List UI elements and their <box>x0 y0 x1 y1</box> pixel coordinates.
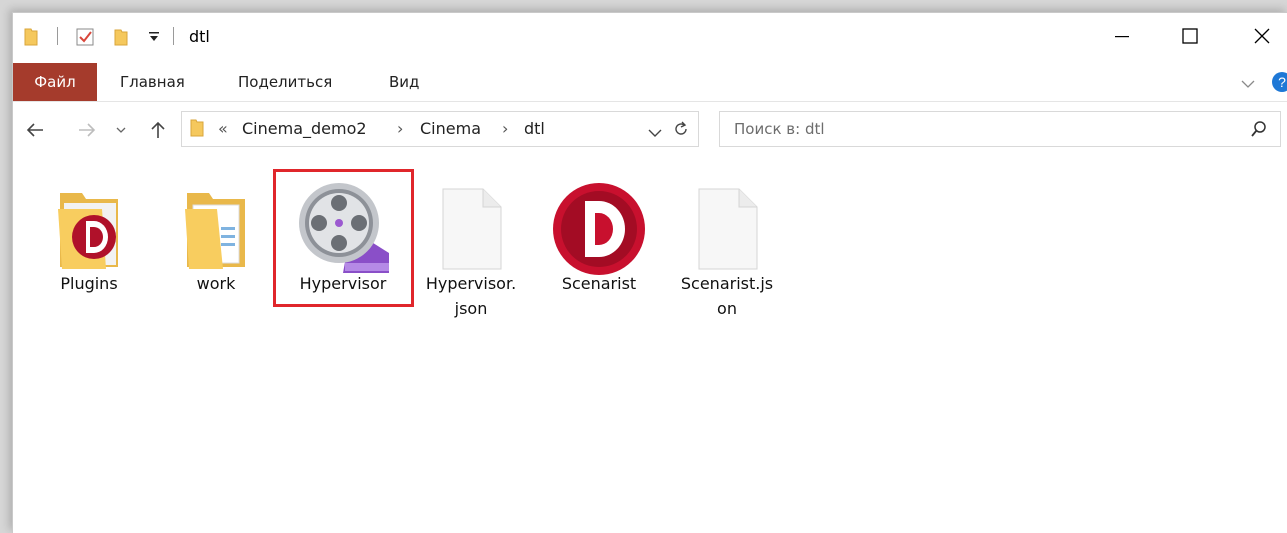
close-button[interactable] <box>1239 17 1285 55</box>
breadcrumb-cinema-demo2[interactable]: Cinema_demo2 <box>242 112 367 146</box>
folder-icon <box>23 25 39 49</box>
breadcrumb-separator[interactable]: › <box>397 112 403 146</box>
highlight-box <box>273 169 414 307</box>
file-label: Scenarist <box>561 274 637 293</box>
file-label: Hypervisor. json <box>413 271 529 321</box>
tab-view[interactable]: Вид <box>389 63 419 101</box>
maximize-icon <box>1182 28 1198 44</box>
back-button[interactable] <box>23 117 47 143</box>
customize-qa-icon[interactable] <box>147 25 161 49</box>
folder-icon <box>190 118 204 142</box>
new-folder-icon[interactable] <box>113 25 129 49</box>
plugins-folder-icon <box>39 181 139 277</box>
tab-home[interactable]: Главная <box>120 63 185 101</box>
title-separator <box>173 27 174 45</box>
properties-icon[interactable] <box>75 25 95 49</box>
file-label-line: Scenarist.js <box>680 274 774 293</box>
scenarist-app-icon <box>549 181 649 277</box>
search-icon[interactable] <box>1250 120 1268 142</box>
file-label: work <box>196 274 236 293</box>
expand-ribbon-icon[interactable] <box>1241 75 1255 94</box>
qa-separator <box>57 27 58 45</box>
help-icon[interactable]: ? <box>1271 71 1287 97</box>
folder-icon <box>166 181 266 277</box>
ribbon-tabs: Файл Главная Поделиться Вид ? <box>13 63 1287 102</box>
file-icon <box>677 181 777 277</box>
file-icon <box>421 181 521 277</box>
file-label-line: Hypervisor. <box>425 274 517 293</box>
breadcrumb-dtl[interactable]: dtl <box>524 112 545 146</box>
breadcrumb-separator[interactable]: › <box>502 112 508 146</box>
up-button[interactable] <box>146 117 170 143</box>
tab-share[interactable]: Поделиться <box>238 63 332 101</box>
chevron-down-icon <box>116 127 126 133</box>
back-arrow-icon <box>26 123 43 137</box>
file-label: Scenarist.js on <box>669 271 785 321</box>
search-input[interactable]: Поиск в: dtl <box>734 112 825 146</box>
refresh-icon[interactable] <box>672 120 690 142</box>
file-label-line: on <box>717 299 737 318</box>
search-box[interactable]: Поиск в: dtl <box>719 111 1281 147</box>
address-bar[interactable]: « Cinema_demo2 › Cinema › dtl <box>181 111 699 147</box>
address-overflow[interactable]: « <box>218 112 228 146</box>
breadcrumb-cinema[interactable]: Cinema <box>420 112 481 146</box>
file-label: Plugins <box>60 274 118 293</box>
minimize-button[interactable] <box>1099 17 1145 55</box>
address-dropdown-icon[interactable] <box>648 124 662 143</box>
title-bar: dtl <box>13 13 1287 61</box>
recent-locations-button[interactable] <box>113 117 129 143</box>
navigation-bar: « Cinema_demo2 › Cinema › dtl Поиск в: d… <box>13 111 1287 151</box>
window-title: dtl <box>189 27 210 46</box>
close-icon <box>1254 28 1270 44</box>
up-arrow-icon <box>151 121 165 138</box>
svg-text:?: ? <box>1278 74 1286 90</box>
maximize-button[interactable] <box>1167 17 1213 55</box>
forward-arrow-icon <box>79 123 96 137</box>
minimize-icon <box>1115 36 1129 38</box>
tab-file[interactable]: Файл <box>13 63 97 101</box>
forward-button[interactable] <box>75 117 99 143</box>
explorer-window: dtl Файл Главная Поделиться Вид ? « Cine… <box>12 12 1287 533</box>
file-label-line: json <box>454 299 488 318</box>
file-view: Plugins work Hypervisor Hypervisor. json… <box>13 163 1287 533</box>
